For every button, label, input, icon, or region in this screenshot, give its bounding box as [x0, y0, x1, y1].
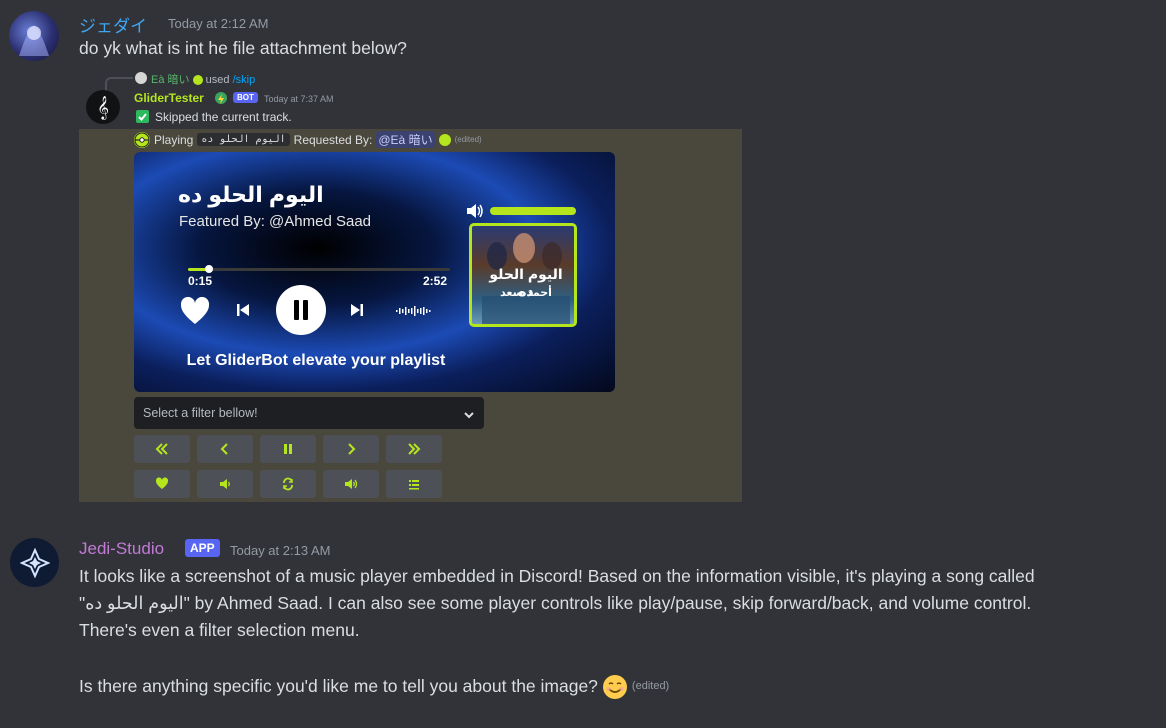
bot-name[interactable]: GliderTester: [134, 91, 204, 105]
chevron-left-icon: [220, 443, 228, 455]
reply-user-icon: [192, 75, 203, 86]
reply-user[interactable]: Eà 暗い: [151, 74, 190, 86]
requested-by-label: Requested By:: [293, 132, 373, 147]
pause-button[interactable]: [276, 285, 326, 335]
album-art: اليوم الحلو ده أحمد سعد: [469, 223, 577, 327]
previous-icon[interactable]: [236, 303, 250, 322]
queue-button[interactable]: [386, 470, 442, 498]
heart-icon: [155, 477, 169, 489]
chevron-down-icon: [463, 408, 475, 426]
embed-container: Playing اليوم الحلو ده Requested By: @Eà…: [79, 129, 742, 502]
bot-avatar[interactable]: 𝄞: [86, 90, 120, 124]
elapsed-time: 0:15: [188, 274, 213, 288]
pause-icon: [284, 444, 292, 454]
player-card-image[interactable]: اليوم الحلو ده Featured By: @Ahmed Saad …: [134, 152, 615, 392]
volume-down-button[interactable]: [197, 470, 253, 498]
rewind-button[interactable]: [134, 435, 190, 463]
bot-lightning-icon: [215, 92, 227, 104]
bot-tag: BOT: [233, 92, 258, 103]
featured-by: Featured By: @Ahmed Saad: [179, 213, 371, 230]
filter-select-placeholder: Select a filter bellow!: [143, 406, 258, 420]
message-text-line1: It looks like a screenshot of a music pl…: [79, 566, 1035, 586]
reply-avatar: [135, 72, 147, 84]
filter-select[interactable]: Select a filter bellow!: [134, 397, 484, 429]
checkmark-icon: [136, 110, 149, 123]
duration-time: 2:52: [423, 274, 448, 288]
song-title: اليوم الحلو ده: [178, 182, 324, 207]
volume-up-icon: [345, 479, 358, 489]
svg-text:𝄞: 𝄞: [97, 95, 109, 120]
requester-icon: [438, 133, 451, 146]
pause-icon: [294, 300, 308, 320]
username-jedi-studio[interactable]: Jedi-Studio: [79, 539, 164, 559]
previous-button[interactable]: [197, 435, 253, 463]
loop-button[interactable]: [260, 470, 316, 498]
heart-icon[interactable]: [180, 296, 210, 330]
star-logo-icon: [19, 547, 50, 578]
like-button[interactable]: [134, 470, 190, 498]
queue-icon: [409, 480, 419, 490]
bot-timestamp: Today at 7:37 AM: [264, 94, 334, 104]
app-tag: APP: [185, 539, 220, 557]
fast-forward-icon: [408, 443, 421, 455]
username-jedai[interactable]: ジェダイ: [79, 12, 147, 37]
fast-forward-button[interactable]: [386, 435, 442, 463]
edited-label: (edited): [454, 135, 482, 144]
user-avatar-jedi-studio[interactable]: [10, 538, 59, 587]
album-artist: أحمد سعد: [500, 287, 552, 299]
message-timestamp: Today at 2:13 AM: [230, 543, 331, 558]
progress-track[interactable]: [188, 268, 450, 271]
loop-icon: [283, 477, 293, 491]
skip-confirmation: Skipped the current track.: [155, 110, 292, 124]
question-text: Is there anything specific you'd like me…: [79, 676, 598, 696]
tagline: Let GliderBot elevate your playlist: [186, 352, 446, 369]
pause-toggle-button[interactable]: [260, 435, 316, 463]
volume-down-icon: [220, 479, 230, 489]
volume-icon: [466, 204, 484, 223]
playing-label: Playing: [154, 132, 194, 147]
reply-command[interactable]: /skip: [233, 74, 256, 86]
playing-line: Playing اليوم الحلو ده Requested By: @Eà…: [134, 131, 482, 148]
attachment-image[interactable]: Eà 暗い used /skip 𝄞 GliderTester BOT Toda…: [79, 67, 742, 502]
volume-up-button[interactable]: [323, 470, 379, 498]
reply-used-text: used: [205, 74, 230, 86]
edited-label: (edited): [631, 680, 670, 692]
progress-knob[interactable]: [204, 265, 213, 273]
next-icon[interactable]: [350, 303, 364, 322]
volume-fill: [490, 207, 576, 215]
message-text-question: Is there anything specific you'd like me…: [79, 673, 669, 701]
smiling-face-emoji-icon: [602, 674, 628, 700]
message-text: do yk what is int he file attachment bel…: [79, 38, 407, 58]
message-text-line3: There's even a filter selection menu.: [79, 620, 360, 640]
user-avatar-jedai[interactable]: [9, 11, 59, 61]
requested-by-mention[interactable]: @Eà 暗い: [376, 131, 435, 148]
chevron-right-icon: [348, 443, 356, 455]
playing-song-code: اليوم الحلو ده: [197, 133, 290, 146]
rewind-icon: [155, 443, 168, 455]
waveform-icon: [396, 304, 432, 322]
reply-header: Eà 暗い used /skip: [151, 71, 255, 87]
message-text-line2: "اليوم الحلو ده" by Ahmed Saad. I can al…: [79, 593, 1032, 613]
message-timestamp: Today at 2:12 AM: [168, 16, 269, 31]
pokeball-icon: [134, 131, 150, 148]
next-button[interactable]: [323, 435, 379, 463]
